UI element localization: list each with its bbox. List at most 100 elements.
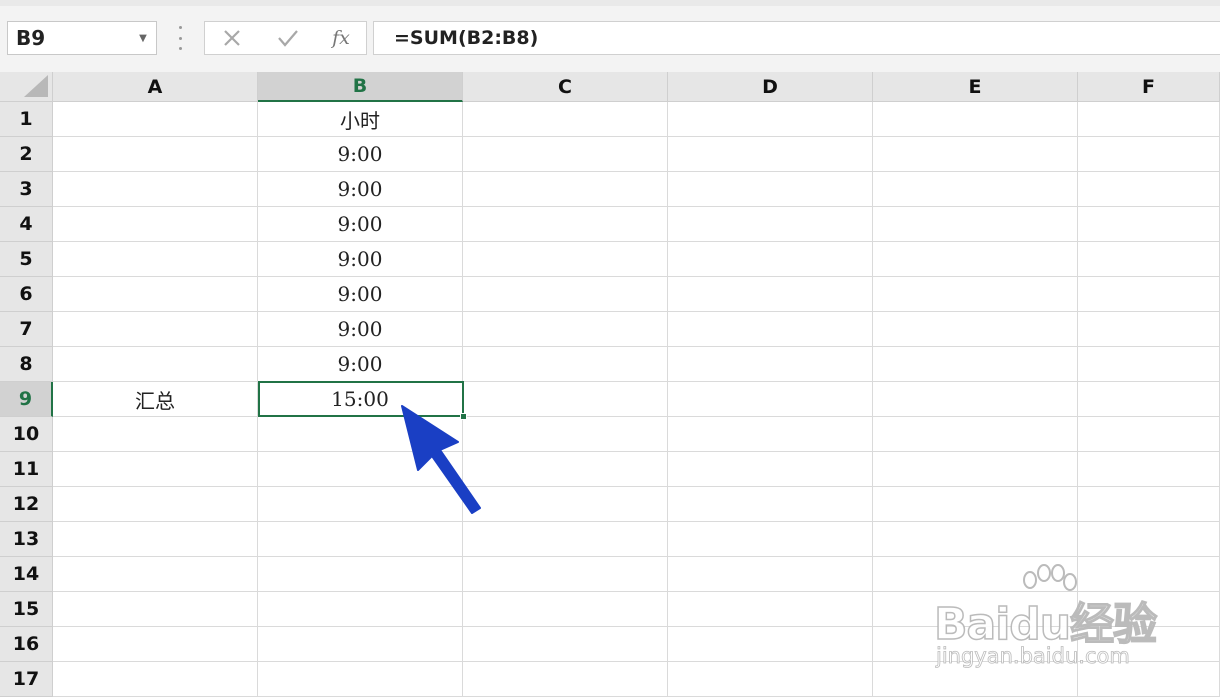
column-header-e[interactable]: E (873, 72, 1078, 102)
row-header-2[interactable]: 2 (0, 137, 53, 172)
cell-a15[interactable] (53, 592, 258, 627)
cell-a14[interactable] (53, 557, 258, 592)
cell-b5[interactable]: 9:00 (258, 242, 463, 277)
cell-a6[interactable] (53, 277, 258, 312)
close-icon[interactable] (217, 22, 247, 54)
cell-d5[interactable] (668, 242, 873, 277)
cell-e17[interactable] (873, 662, 1078, 697)
cell-a13[interactable] (53, 522, 258, 557)
cell-f9[interactable] (1078, 382, 1220, 417)
cell-b1[interactable]: 小时 (258, 102, 463, 137)
cell-a11[interactable] (53, 452, 258, 487)
cell-f17[interactable] (1078, 662, 1220, 697)
row-header-11[interactable]: 11 (0, 452, 53, 487)
cell-a1[interactable] (53, 102, 258, 137)
row-header-13[interactable]: 13 (0, 522, 53, 557)
cell-d16[interactable] (668, 627, 873, 662)
formula-input[interactable]: =SUM(B2:B8) (373, 21, 1220, 55)
cell-a8[interactable] (53, 347, 258, 382)
row-header-16[interactable]: 16 (0, 627, 53, 662)
cell-e15[interactable] (873, 592, 1078, 627)
cell-d2[interactable] (668, 137, 873, 172)
cell-b15[interactable] (258, 592, 463, 627)
column-header-d[interactable]: D (668, 72, 873, 102)
cell-f11[interactable] (1078, 452, 1220, 487)
name-box[interactable]: B9 ▼ (7, 21, 157, 55)
select-all-button[interactable] (0, 72, 53, 102)
column-header-c[interactable]: C (463, 72, 668, 102)
cell-f1[interactable] (1078, 102, 1220, 137)
row-header-7[interactable]: 7 (0, 312, 53, 347)
row-header-14[interactable]: 14 (0, 557, 53, 592)
cell-f7[interactable] (1078, 312, 1220, 347)
cell-d4[interactable] (668, 207, 873, 242)
cell-e2[interactable] (873, 137, 1078, 172)
cell-d9[interactable] (668, 382, 873, 417)
cell-a12[interactable] (53, 487, 258, 522)
row-header-17[interactable]: 17 (0, 662, 53, 697)
cell-b13[interactable] (258, 522, 463, 557)
cell-b4[interactable]: 9:00 (258, 207, 463, 242)
cell-a16[interactable] (53, 627, 258, 662)
cell-d8[interactable] (668, 347, 873, 382)
cell-f12[interactable] (1078, 487, 1220, 522)
cell-b7[interactable]: 9:00 (258, 312, 463, 347)
row-header-4[interactable]: 4 (0, 207, 53, 242)
drag-handle-icon[interactable] (176, 26, 184, 50)
cell-f4[interactable] (1078, 207, 1220, 242)
cell-e9[interactable] (873, 382, 1078, 417)
cell-f14[interactable] (1078, 557, 1220, 592)
column-header-f[interactable]: F (1078, 72, 1220, 102)
cell-d6[interactable] (668, 277, 873, 312)
cell-e1[interactable] (873, 102, 1078, 137)
cell-f8[interactable] (1078, 347, 1220, 382)
cell-e8[interactable] (873, 347, 1078, 382)
cell-e6[interactable] (873, 277, 1078, 312)
cell-d3[interactable] (668, 172, 873, 207)
cell-b17[interactable] (258, 662, 463, 697)
cell-c5[interactable] (463, 242, 668, 277)
cell-d7[interactable] (668, 312, 873, 347)
cell-d14[interactable] (668, 557, 873, 592)
row-header-3[interactable]: 3 (0, 172, 53, 207)
row-header-8[interactable]: 8 (0, 347, 53, 382)
cell-d10[interactable] (668, 417, 873, 452)
cell-c9[interactable] (463, 382, 668, 417)
cell-e13[interactable] (873, 522, 1078, 557)
cell-d17[interactable] (668, 662, 873, 697)
cell-c1[interactable] (463, 102, 668, 137)
cell-c3[interactable] (463, 172, 668, 207)
cell-c14[interactable] (463, 557, 668, 592)
cell-d15[interactable] (668, 592, 873, 627)
row-header-9[interactable]: 9 (0, 382, 53, 417)
cell-d1[interactable] (668, 102, 873, 137)
cell-a2[interactable] (53, 137, 258, 172)
cell-e11[interactable] (873, 452, 1078, 487)
cell-c12[interactable] (463, 487, 668, 522)
cell-f10[interactable] (1078, 417, 1220, 452)
cell-c6[interactable] (463, 277, 668, 312)
cell-e12[interactable] (873, 487, 1078, 522)
cell-b14[interactable] (258, 557, 463, 592)
cell-e5[interactable] (873, 242, 1078, 277)
chevron-down-icon[interactable]: ▼ (130, 33, 156, 44)
cell-b16[interactable] (258, 627, 463, 662)
cell-c10[interactable] (463, 417, 668, 452)
insert-function-button[interactable]: fx (325, 22, 357, 54)
row-header-1[interactable]: 1 (0, 102, 53, 137)
cell-f16[interactable] (1078, 627, 1220, 662)
cell-d12[interactable] (668, 487, 873, 522)
cell-c11[interactable] (463, 452, 668, 487)
cell-e4[interactable] (873, 207, 1078, 242)
cell-c17[interactable] (463, 662, 668, 697)
cell-b3[interactable]: 9:00 (258, 172, 463, 207)
cell-c15[interactable] (463, 592, 668, 627)
row-header-10[interactable]: 10 (0, 417, 53, 452)
checkmark-icon[interactable] (273, 22, 303, 54)
cell-d13[interactable] (668, 522, 873, 557)
cell-f13[interactable] (1078, 522, 1220, 557)
cell-f3[interactable] (1078, 172, 1220, 207)
row-header-5[interactable]: 5 (0, 242, 53, 277)
row-header-12[interactable]: 12 (0, 487, 53, 522)
cell-f15[interactable] (1078, 592, 1220, 627)
